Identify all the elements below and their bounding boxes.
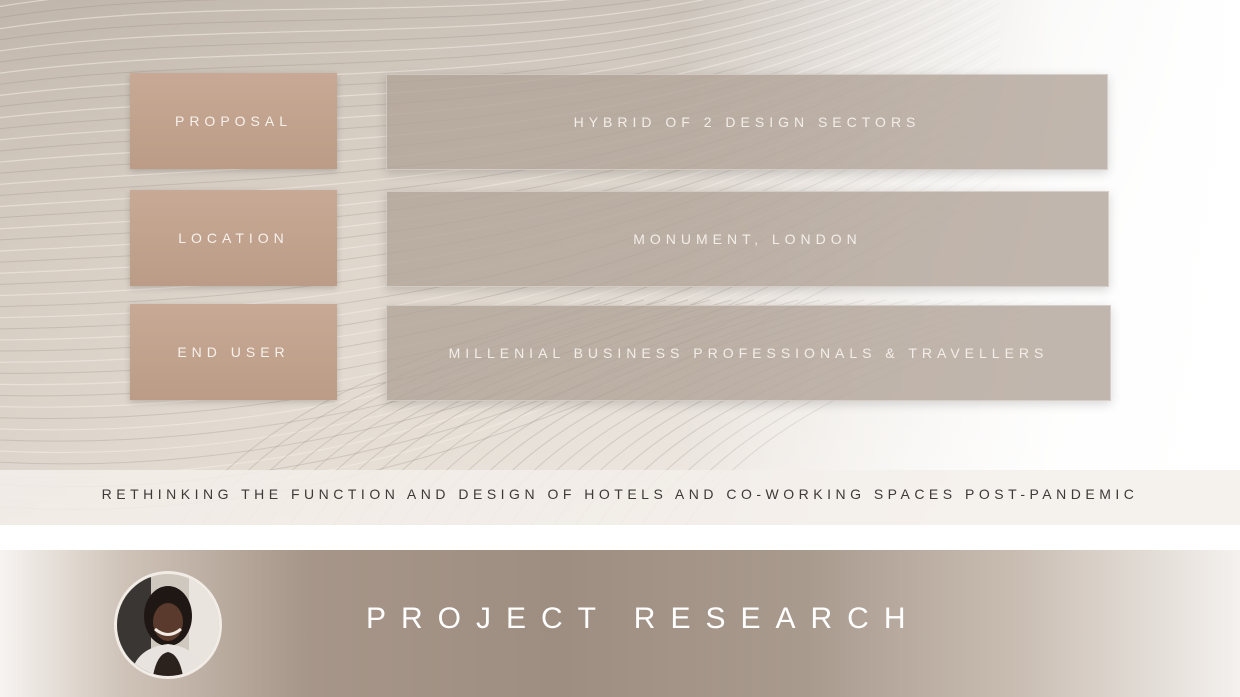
end-user-label: END USER	[130, 304, 337, 400]
project-tagline: RETHINKING THE FUNCTION AND DESIGN OF HO…	[101, 486, 1139, 502]
person-portrait-icon	[117, 574, 219, 676]
end-user-value: MILLENIAL BUSINESS PROFESSIONALS & TRAVE…	[386, 305, 1111, 401]
presenter-avatar	[114, 571, 222, 679]
proposal-value: HYBRID OF 2 DESIGN SECTORS	[386, 74, 1108, 170]
location-value: MONUMENT, LONDON	[386, 191, 1109, 287]
location-label: LOCATION	[130, 190, 337, 286]
proposal-label: PROPOSAL	[130, 73, 337, 169]
section-title: PROJECT RESEARCH	[366, 602, 921, 635]
